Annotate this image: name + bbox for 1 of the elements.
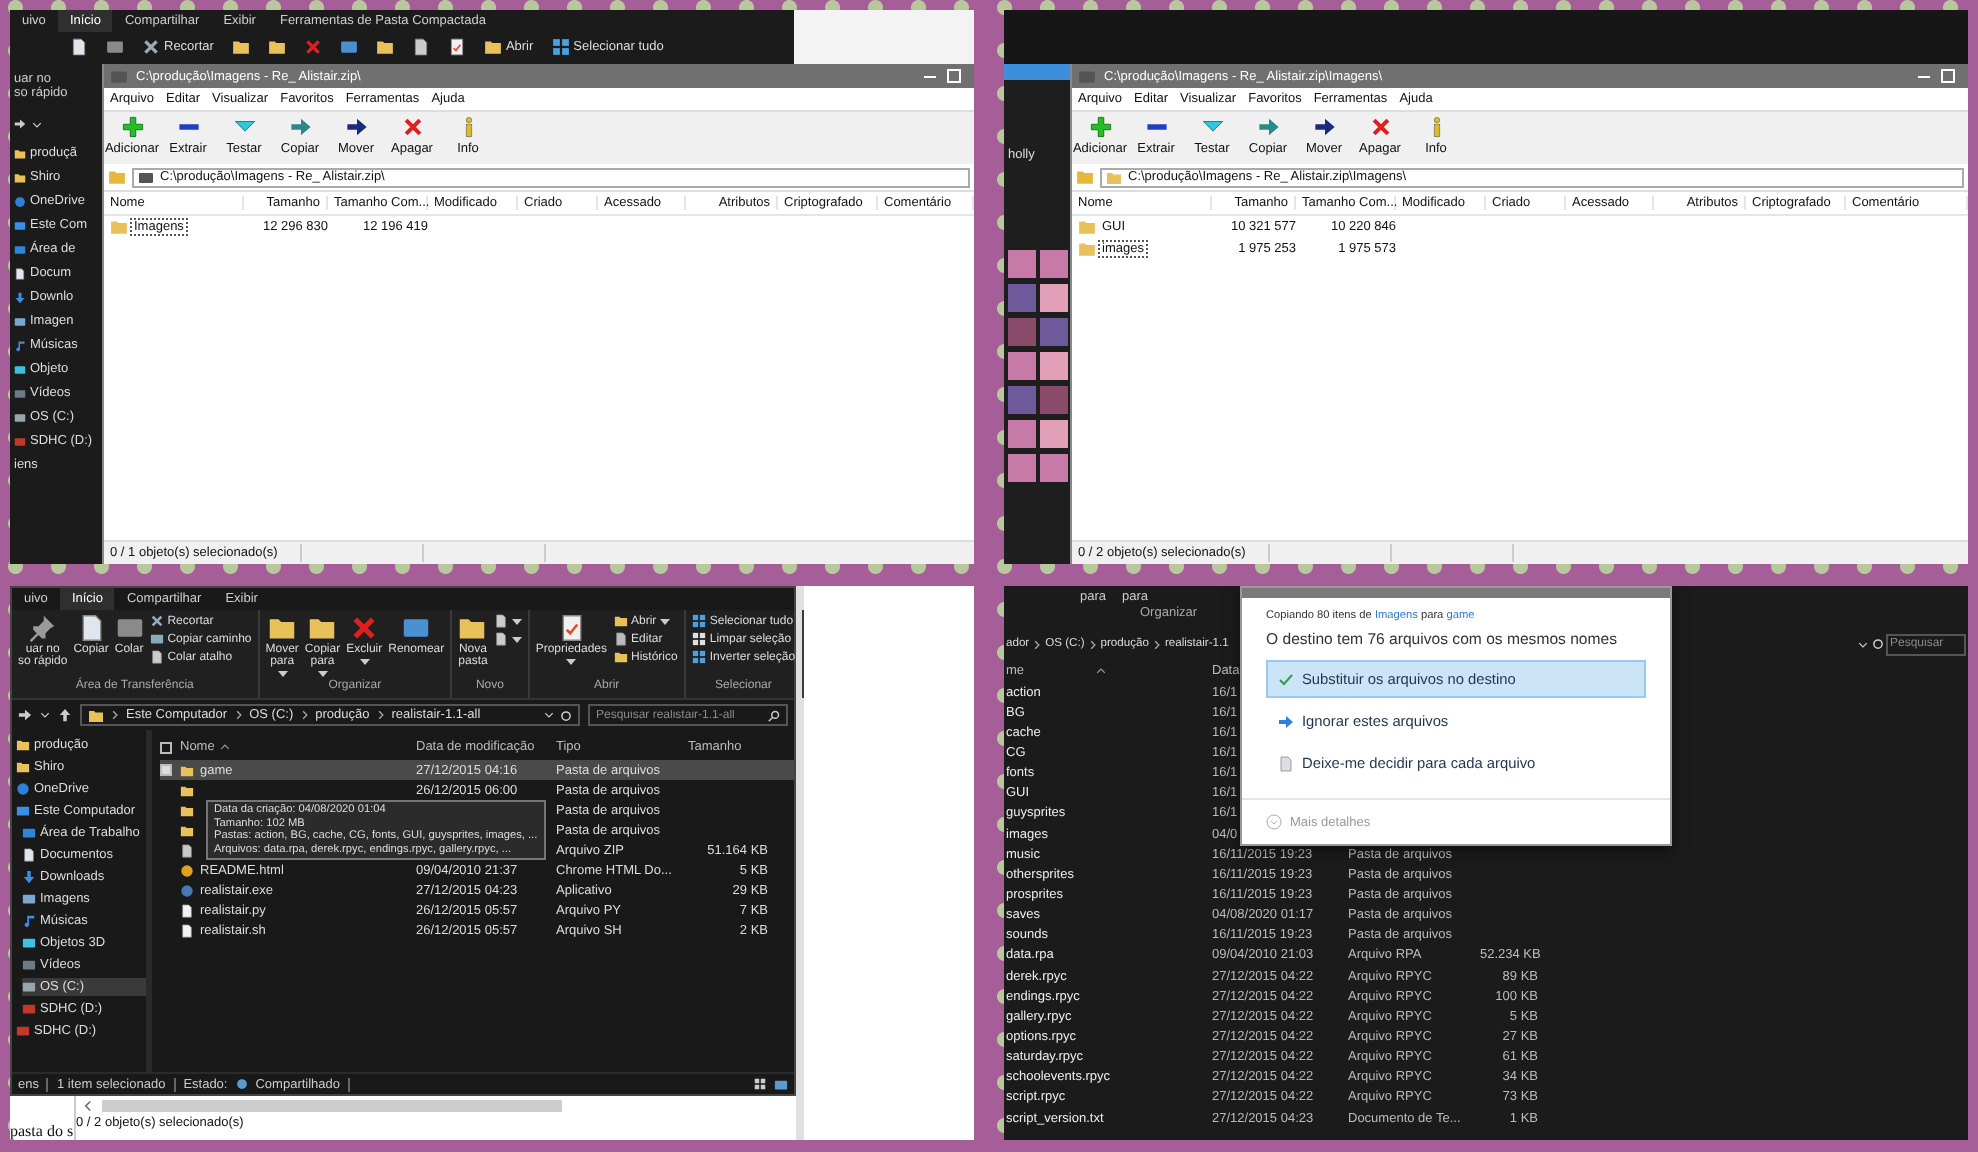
document-text: pasta do s	[10, 1122, 74, 1140]
